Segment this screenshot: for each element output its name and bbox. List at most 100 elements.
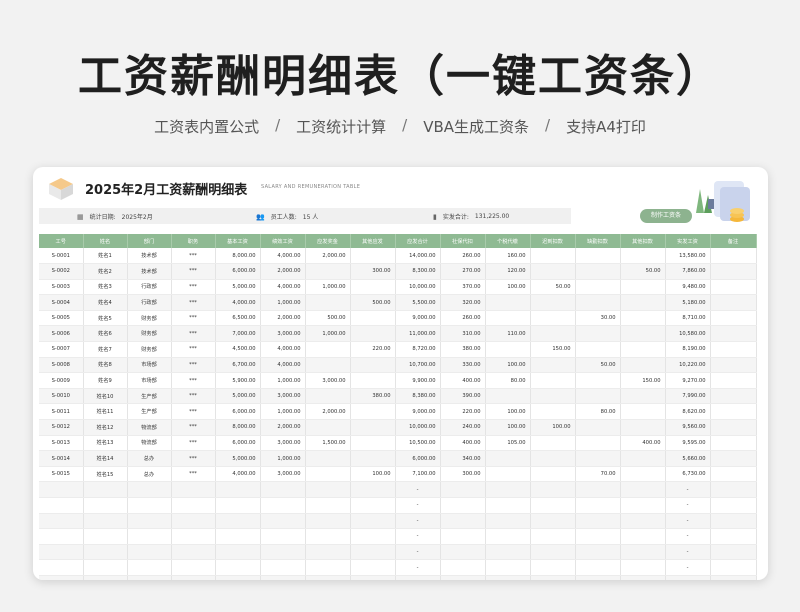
table-cell[interactable]: 行政部	[127, 294, 172, 311]
table-cell[interactable]: 3,000.00	[260, 388, 306, 405]
table-cell[interactable]: 10,220.00	[665, 357, 711, 374]
table-cell[interactable]	[710, 575, 757, 580]
table-cell[interactable]	[710, 279, 757, 296]
table-cell[interactable]	[710, 294, 757, 311]
table-cell[interactable]: 300.00	[350, 263, 396, 280]
table-cell[interactable]: S-0001	[39, 248, 84, 265]
table-cell[interactable]: 生产部	[127, 403, 172, 421]
table-cell[interactable]	[39, 481, 84, 498]
table-cell[interactable]: 姓名7	[83, 341, 128, 358]
table-cell[interactable]: 50.00	[530, 279, 576, 296]
table-cell[interactable]	[127, 559, 172, 576]
column-header[interactable]: 应发合计	[395, 234, 441, 248]
table-cell[interactable]	[260, 481, 306, 498]
table-cell[interactable]: 姓名12	[83, 419, 128, 436]
table-cell[interactable]	[260, 528, 306, 545]
table-cell[interactable]	[83, 544, 128, 561]
table-cell[interactable]: 5,180.00	[665, 294, 711, 311]
table-row[interactable]: S-0008 姓名8 市场部 *** 6,700.00 4,000.00 10,700.00…	[39, 357, 757, 374]
table-cell[interactable]	[710, 513, 757, 530]
table-cell[interactable]: 5,000.00	[215, 388, 261, 405]
table-cell[interactable]	[575, 528, 621, 545]
table-cell[interactable]: 技术部	[127, 248, 172, 265]
table-cell[interactable]: 1,000.00	[305, 325, 351, 343]
table-cell[interactable]	[39, 497, 84, 514]
table-cell[interactable]: 390.00	[440, 388, 486, 405]
table-cell[interactable]: ***	[171, 372, 216, 389]
table-cell[interactable]	[171, 528, 216, 545]
table-cell[interactable]	[39, 544, 84, 561]
table-cell[interactable]	[710, 372, 757, 389]
table-cell[interactable]: 380.00	[440, 341, 486, 358]
table-cell[interactable]	[620, 481, 666, 498]
table-cell[interactable]: 姓名15	[83, 466, 128, 483]
table-cell[interactable]	[710, 248, 757, 265]
table-cell[interactable]	[620, 450, 666, 467]
table-cell[interactable]	[485, 341, 531, 358]
table-cell[interactable]	[620, 325, 666, 343]
table-cell[interactable]: 10,700.00	[395, 357, 441, 374]
table-cell[interactable]	[575, 481, 621, 498]
table-cell[interactable]	[127, 544, 172, 561]
table-cell[interactable]	[171, 513, 216, 530]
table-cell[interactable]	[350, 279, 396, 296]
table-cell[interactable]: 3,000.00	[305, 372, 351, 389]
table-cell[interactable]	[530, 466, 576, 483]
table-cell[interactable]	[350, 575, 396, 580]
table-cell[interactable]: 400.00	[440, 435, 486, 452]
table-cell[interactable]	[83, 559, 128, 576]
table-cell[interactable]	[305, 294, 351, 311]
table-cell[interactable]	[215, 544, 261, 561]
table-cell[interactable]: -	[665, 497, 711, 514]
table-cell[interactable]: 7,860.00	[665, 263, 711, 280]
table-cell[interactable]	[485, 294, 531, 311]
table-cell[interactable]	[575, 325, 621, 343]
table-cell[interactable]: 400.00	[620, 435, 666, 452]
table-cell[interactable]	[215, 528, 261, 545]
table-cell[interactable]: S-0009	[39, 372, 84, 389]
table-cell[interactable]: 8,380.00	[395, 388, 441, 405]
table-cell[interactable]: 10,000.00	[395, 279, 441, 296]
column-header[interactable]: 基本工资	[215, 234, 261, 248]
table-cell[interactable]: -	[395, 544, 441, 561]
table-cell[interactable]	[305, 497, 351, 514]
table-cell[interactable]: 姓名3	[83, 279, 128, 296]
table-cell[interactable]: 150.00	[530, 341, 576, 358]
table-cell[interactable]	[39, 528, 84, 545]
table-cell[interactable]	[575, 435, 621, 452]
table-cell[interactable]	[350, 481, 396, 498]
table-cell[interactable]	[350, 403, 396, 421]
table-cell[interactable]	[485, 497, 531, 514]
table-cell[interactable]	[530, 248, 576, 265]
column-header[interactable]: 工号	[39, 234, 84, 248]
table-cell[interactable]	[710, 544, 757, 561]
table-cell[interactable]: 2,000.00	[260, 263, 306, 280]
table-cell[interactable]: ***	[171, 466, 216, 483]
table-cell[interactable]	[83, 528, 128, 545]
table-cell[interactable]	[530, 263, 576, 280]
table-cell[interactable]: 150.00	[620, 372, 666, 389]
table-cell[interactable]	[485, 575, 531, 580]
table-cell[interactable]	[305, 528, 351, 545]
table-cell[interactable]: 240.00	[440, 419, 486, 436]
table-cell[interactable]	[620, 575, 666, 580]
table-cell[interactable]	[710, 528, 757, 545]
table-cell[interactable]	[620, 403, 666, 421]
table-cell[interactable]	[530, 325, 576, 343]
table-row[interactable]: --	[39, 481, 757, 498]
table-cell[interactable]: 财务部	[127, 325, 172, 343]
table-cell[interactable]	[171, 497, 216, 514]
table-cell[interactable]: -	[395, 575, 441, 580]
table-row[interactable]: --	[39, 559, 757, 576]
table-cell[interactable]: 11,000.00	[395, 325, 441, 343]
table-cell[interactable]	[127, 497, 172, 514]
table-cell[interactable]: 9,560.00	[665, 419, 711, 436]
table-cell[interactable]: 9,900.00	[395, 372, 441, 389]
table-cell[interactable]	[575, 263, 621, 280]
table-cell[interactable]	[350, 419, 396, 436]
table-cell[interactable]	[440, 544, 486, 561]
table-cell[interactable]: 110.00	[485, 325, 531, 343]
table-cell[interactable]: -	[395, 559, 441, 576]
table-cell[interactable]: 260.00	[440, 248, 486, 265]
table-cell[interactable]: 5,900.00	[215, 372, 261, 389]
